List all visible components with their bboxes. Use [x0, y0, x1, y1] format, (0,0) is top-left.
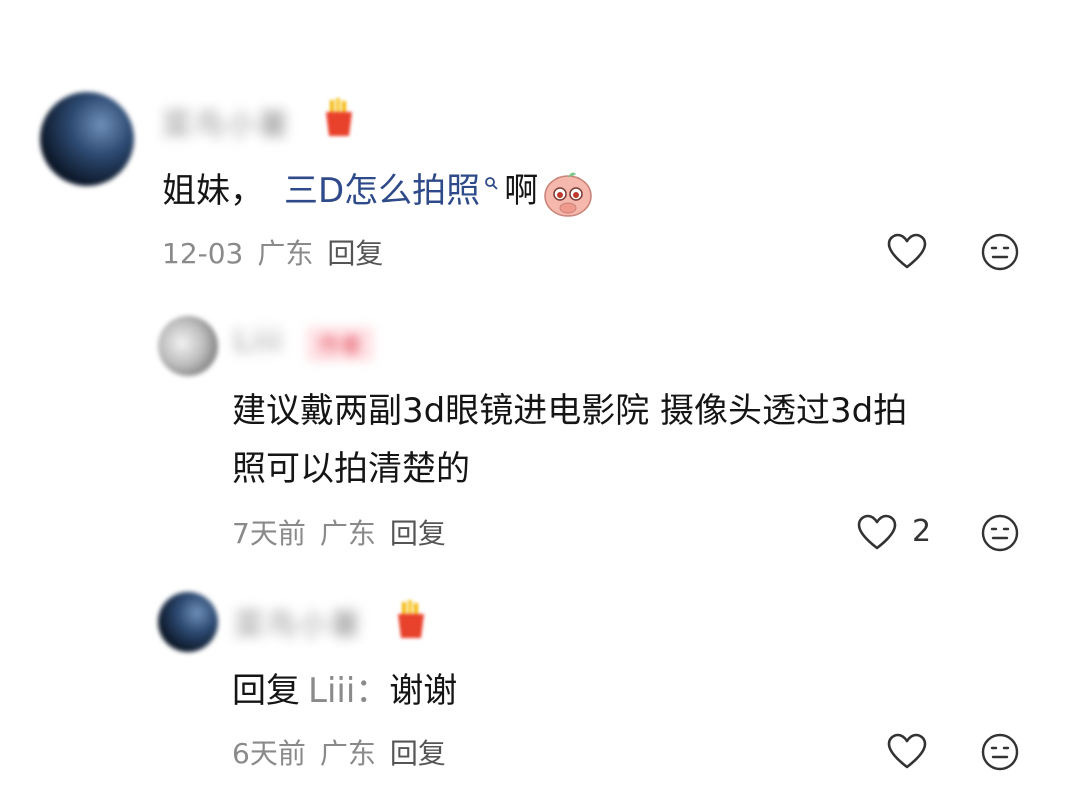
- username[interactable]: 菜鸟小薯: [234, 600, 362, 644]
- heart-outline-icon[interactable]: [856, 513, 898, 553]
- neutral-face-icon[interactable]: [980, 513, 1020, 553]
- comment-location: 广东: [319, 737, 376, 770]
- comment-text-main: 谢谢: [389, 671, 458, 711]
- heart-outline-icon[interactable]: [886, 732, 928, 772]
- search-keyword-link[interactable]: 三D怎么拍照: [284, 171, 480, 211]
- comment-text-line-1: 建议戴两副3d眼镜进电影院 摄像头透过3d拍: [232, 391, 908, 431]
- comment-time: 6天前: [232, 737, 306, 770]
- reply-button[interactable]: 回复: [390, 737, 446, 770]
- comment-time: 7天前: [232, 517, 306, 550]
- comment-text: 回复 Liii：谢谢: [232, 662, 457, 720]
- comment-meta: 12-03 广东 回复: [162, 232, 397, 272]
- french-fries-icon: [398, 600, 424, 638]
- comment-meta: 6天前 广东 回复: [232, 732, 460, 772]
- comment-text-after: 啊: [504, 171, 539, 211]
- comment-time: 12-03: [162, 237, 244, 270]
- comment-location: 广东: [257, 237, 314, 270]
- french-fries-icon: [326, 98, 352, 136]
- reply-button[interactable]: 回复: [390, 517, 446, 550]
- avatar[interactable]: [40, 92, 134, 186]
- comment-meta: 7天前 广东 回复: [232, 512, 460, 552]
- reply-button[interactable]: 回复: [327, 237, 383, 270]
- reply-prefix: 回复: [232, 671, 300, 711]
- like-count: 2: [912, 514, 932, 549]
- avatar[interactable]: [158, 592, 218, 652]
- username[interactable]: 菜鸟小薯: [162, 100, 290, 144]
- comment-text-plain: 姐妹，: [162, 171, 264, 211]
- neutral-face-icon[interactable]: [980, 732, 1020, 772]
- cute-blush-emoji: [544, 172, 592, 217]
- search-icon[interactable]: [484, 176, 498, 190]
- username[interactable]: Liii: [234, 324, 284, 359]
- reply-target-user[interactable]: Liii：: [308, 671, 389, 711]
- comment-location: 广东: [319, 517, 376, 550]
- heart-outline-icon[interactable]: [886, 232, 928, 272]
- comment-text: 姐妹， 三D怎么拍照 啊: [162, 162, 594, 220]
- comment-text-line-2: 照可以拍清楚的: [232, 449, 470, 489]
- author-badge: 作者: [306, 326, 375, 362]
- neutral-face-icon[interactable]: [980, 232, 1020, 272]
- avatar[interactable]: [158, 316, 218, 376]
